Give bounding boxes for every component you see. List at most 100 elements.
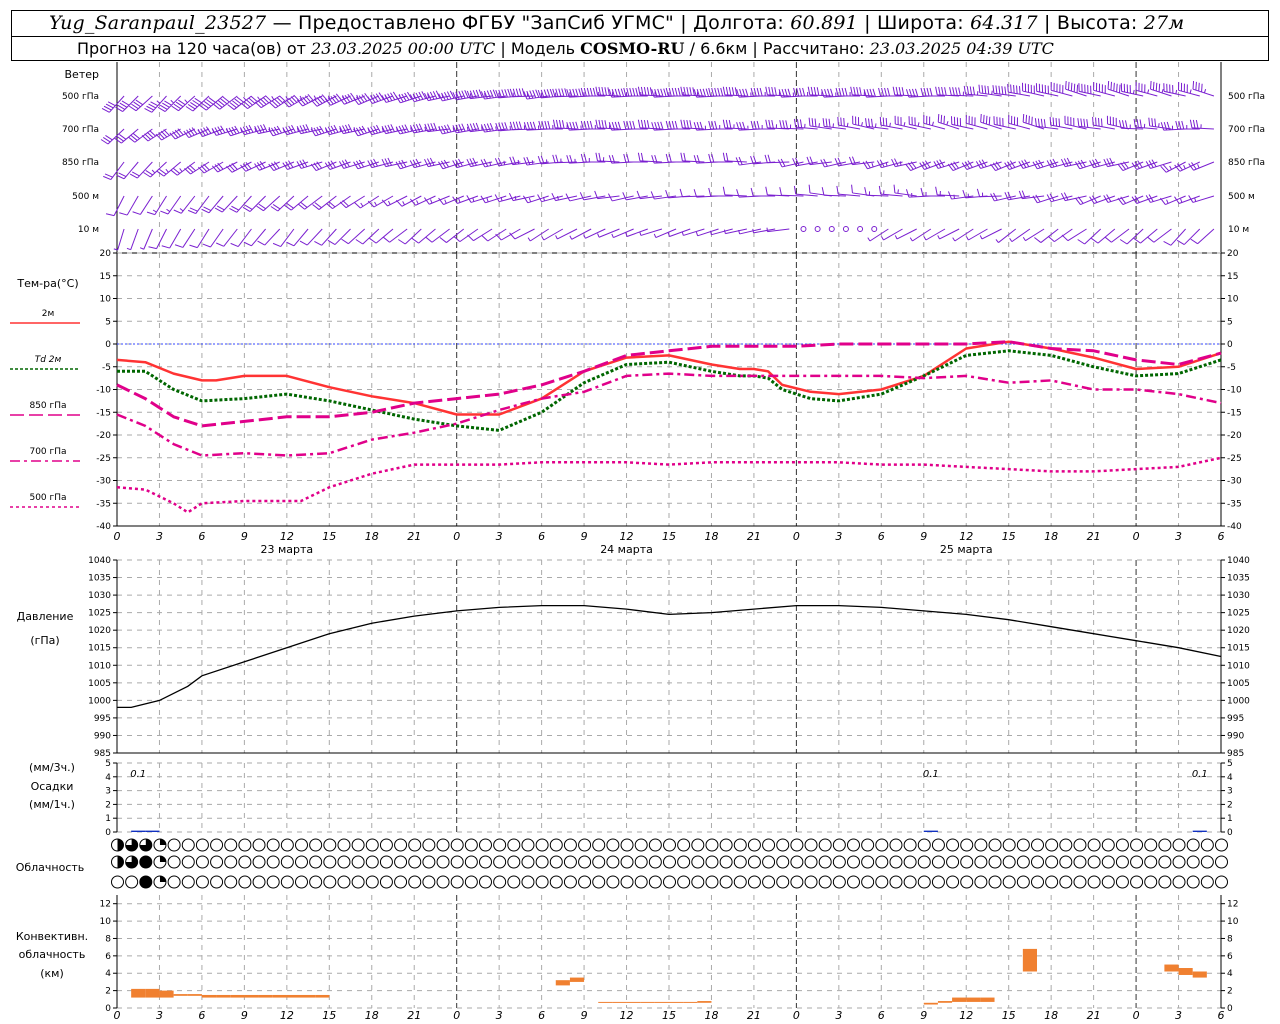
wind-barb-half (151, 169, 156, 174)
cloud-cover-symbol (563, 855, 577, 869)
convective-tick-label-left: 12 (100, 900, 111, 910)
cloud-cover-symbol (790, 838, 804, 852)
wind-barb-feather (469, 158, 474, 167)
cloud-cover-symbol (266, 855, 280, 869)
temp-tick-label-left: -40 (96, 522, 111, 532)
wind-barb-feather (777, 159, 783, 168)
cloud-cover-symbol (309, 855, 323, 869)
wind-barb-feather (561, 120, 565, 129)
cloud-cover-symbol (832, 838, 846, 852)
wind-barb-shaft (362, 228, 380, 245)
pressure-tick-label-left: 1005 (88, 679, 111, 689)
wind-barb-feather (782, 120, 785, 129)
wind-calm-mark (871, 226, 878, 232)
wind-barb-feather (1192, 80, 1195, 90)
wind-barb-feather (891, 158, 896, 167)
bottom-hour-tick-label: 15 (322, 1009, 336, 1022)
cloud-cover-symbol (804, 875, 818, 889)
wind-barb-feather (905, 189, 910, 198)
convective-bar (640, 1001, 655, 1003)
cloud-cover-symbol (960, 875, 974, 889)
wind-barb-half (946, 121, 949, 126)
wind-barb-feather (1178, 120, 1182, 130)
temp-tick-label-right: -15 (1227, 408, 1242, 418)
cloud-cover-symbol (167, 838, 181, 852)
cloud-cover-symbol (266, 875, 280, 889)
convective-bar (598, 1001, 613, 1003)
wind-barb-shaft (334, 228, 351, 245)
wind-barb-half (1197, 164, 1200, 169)
bottom-hour-tick-label: 12 (620, 1009, 634, 1022)
convective-bar (230, 994, 245, 998)
legend-label: Td 2м (35, 355, 62, 365)
wind-barb-feather (429, 91, 435, 100)
wind-barb-shaft (143, 228, 153, 250)
wind-barb-feather (544, 120, 548, 130)
wind-barb-half (917, 122, 920, 127)
wind-level-label-right: 850 гПа (1228, 158, 1265, 168)
hour-tick-label: 0 (793, 530, 800, 543)
wind-calm-mark (842, 226, 849, 232)
wind-barb-feather (439, 237, 447, 243)
cloud-cover-symbol (861, 855, 875, 869)
wind-barb-feather (949, 87, 952, 96)
convective-bar (1164, 964, 1179, 972)
wind-barb-feather (1086, 119, 1089, 128)
wind-barb-feather (756, 120, 760, 130)
bottom-hour-tick-label: 18 (704, 1009, 718, 1022)
precip-tick-label-left: 3 (105, 787, 111, 797)
wind-barb-feather (753, 120, 757, 130)
wind-barb-feather (640, 86, 644, 96)
wind-barb-feather (674, 87, 678, 97)
cloud-cover-symbol (1059, 855, 1073, 869)
wind-barb-feather (1103, 158, 1108, 167)
convective-bar (1022, 948, 1037, 972)
precip-tick-label-left: 2 (105, 800, 111, 810)
wind-barb-feather (144, 108, 153, 113)
wind-barb-feather (601, 119, 604, 129)
wind-barb-feather (512, 121, 517, 130)
wind-barb-feather (882, 117, 885, 126)
wind-barb-feather (887, 87, 891, 97)
wind-barb-feather (1065, 80, 1067, 90)
wind-barb-feather (840, 117, 842, 126)
cloud-cover-symbol (1045, 875, 1059, 889)
cloud-cover-symbol (634, 855, 648, 869)
wind-barb-feather (429, 157, 435, 166)
bottom-hour-tick-label: 9 (241, 1009, 248, 1022)
wind-barb-feather (150, 101, 159, 107)
wind-barb-half (1161, 88, 1164, 94)
wind-barb-feather (640, 152, 644, 162)
wind-barb-shaft (293, 228, 309, 247)
wind-barb-feather (341, 238, 349, 245)
cloud-cover-symbol (931, 855, 945, 869)
hour-tick-label: 3 (496, 530, 503, 543)
cloud-cover-symbol (1115, 855, 1129, 869)
wind-barb-feather (518, 121, 523, 130)
cloud-cover-symbol (1186, 838, 1200, 852)
wind-barb-feather (717, 87, 721, 97)
cloud-cover-symbol (365, 875, 379, 889)
cloud-cover-symbol (634, 838, 648, 852)
wind-barb-feather (347, 124, 353, 132)
wind-barb-half (881, 236, 884, 241)
cloud-cover-symbol (563, 875, 577, 889)
wind-barb-feather (836, 185, 839, 195)
wind-barb-half (184, 99, 188, 104)
cloud-cover-symbol (493, 855, 507, 869)
cloud-cover-symbol (1172, 875, 1186, 889)
pressure-tick-label-right: 1005 (1227, 679, 1250, 689)
wind-barb-half (818, 123, 820, 128)
wind-barb-feather (722, 119, 726, 128)
pressure-tick-label-left: 1020 (88, 626, 111, 636)
cloud-cover-symbol (1172, 838, 1186, 852)
cloud-cover-symbol (450, 838, 464, 852)
cloud-cover-symbol (1059, 838, 1073, 852)
wind-barb-feather (665, 87, 669, 97)
hour-tick-label: 15 (1002, 530, 1016, 543)
wind-barb-feather (680, 86, 683, 95)
cloud-cover-symbol (408, 855, 422, 869)
wind-barb-feather (683, 86, 686, 96)
wind-barb-half (846, 122, 849, 127)
cloud-cover-fill (117, 856, 124, 868)
